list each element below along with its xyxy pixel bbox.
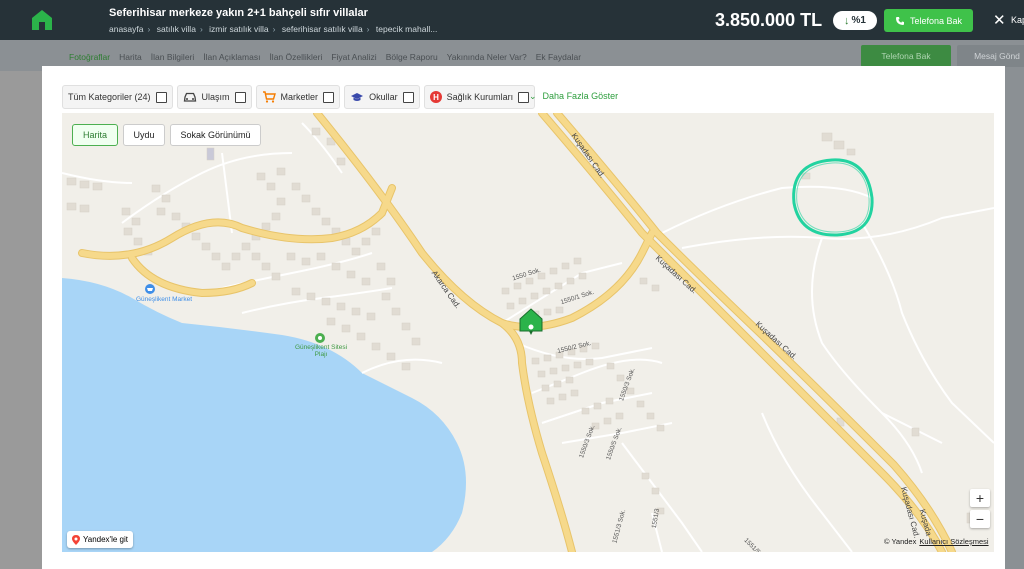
- copyright-text: © Yandex: [884, 537, 917, 546]
- filter-label: Okullar: [369, 92, 398, 102]
- overlay-strip: [1005, 71, 1024, 569]
- phone-icon: [895, 16, 904, 25]
- tab-listing-info[interactable]: İlan Bilgileri: [151, 52, 194, 62]
- filter-all-categories[interactable]: Tüm Kategoriler (24): [62, 85, 173, 109]
- beach-poi-icon[interactable]: [315, 333, 325, 343]
- call-button-label: Telefona Bak: [909, 15, 963, 26]
- close-icon[interactable]: ✕: [993, 11, 1006, 29]
- filter-label: Ulaşım: [201, 92, 230, 102]
- tab-nearby[interactable]: Yakınında Neler Var?: [447, 52, 527, 62]
- checkbox[interactable]: [155, 91, 167, 103]
- map-graphic: [62, 113, 994, 552]
- tab-photos[interactable]: Fotoğraflar: [69, 52, 110, 62]
- breadcrumb-item[interactable]: seferihisar satılık villa: [282, 24, 363, 34]
- poi-label-market[interactable]: Güneşlikent Market: [134, 296, 194, 303]
- tab-message-button[interactable]: Mesaj Gönd: [957, 45, 1024, 67]
- breadcrumb-item[interactable]: izmir satılık villa: [209, 24, 269, 34]
- tab-call-button[interactable]: Telefona Bak: [861, 45, 951, 67]
- hospital-icon: H: [429, 91, 442, 103]
- map-attribution: © Yandex Kullanıcı Sözleşmesi: [884, 537, 989, 546]
- close-label[interactable]: Kap: [1011, 15, 1024, 25]
- graduation-cap-icon: [351, 92, 364, 101]
- tab-description[interactable]: İlan Açıklaması: [203, 52, 260, 62]
- discount-badge: ↓ %1: [833, 11, 877, 30]
- home-logo-icon[interactable]: [31, 9, 53, 31]
- map-pin-icon: [72, 534, 80, 545]
- filter-label: Marketler: [280, 92, 319, 102]
- filter-transport[interactable]: Ulaşım: [176, 85, 252, 109]
- arrow-down-icon: ↓: [844, 14, 850, 27]
- tab-region-report[interactable]: Bölge Raporu: [386, 52, 438, 62]
- svg-text:H: H: [433, 93, 439, 102]
- cart-icon: [262, 91, 276, 103]
- filter-markets[interactable]: Marketler: [255, 85, 341, 109]
- category-filters: Tüm Kategoriler (24) Ulaşım Marketler Ok…: [62, 85, 536, 109]
- call-button[interactable]: Telefona Bak: [884, 9, 973, 32]
- listing-title: Seferihisar merkeze yakın 2+1 bahçeli sı…: [109, 7, 368, 19]
- checkbox[interactable]: [323, 91, 335, 103]
- yandex-directions-label: Yandex'le git: [83, 535, 128, 544]
- checkbox[interactable]: [402, 91, 414, 103]
- tab-extra-benefits[interactable]: Ek Faydalar: [536, 52, 581, 62]
- discount-value: %1: [851, 15, 866, 26]
- section-tabs: Fotoğraflar Harita İlan Bilgileri İlan A…: [69, 52, 581, 62]
- listing-header: Seferihisar merkeze yakın 2+1 bahçeli sı…: [0, 0, 1024, 40]
- checkbox[interactable]: [234, 91, 246, 103]
- zoom-out-button[interactable]: −: [970, 510, 990, 528]
- filter-label: Sağlık Kurumları: [446, 92, 514, 102]
- zoom-in-button[interactable]: +: [970, 489, 990, 507]
- breadcrumb: anasayfa › satılık villa › izmir satılık v…: [109, 24, 438, 34]
- map-canvas[interactable]: Kuşadası Cad. Kuşadası Cad. Kuşadası Cad…: [62, 113, 994, 552]
- car-icon: [183, 92, 196, 102]
- poi-label-beach[interactable]: Güneşlikent Sitesi Plajı: [294, 344, 348, 358]
- breadcrumb-item[interactable]: satılık villa: [157, 24, 196, 34]
- listing-price: 3.850.000 TL: [715, 10, 823, 30]
- map-type-satellite[interactable]: Uydu: [123, 124, 165, 146]
- filter-health[interactable]: H Sağlık Kurumları: [423, 85, 536, 109]
- tab-features[interactable]: İlan Özellikleri: [269, 52, 322, 62]
- map-type-map[interactable]: Harita: [72, 124, 118, 146]
- breadcrumb-item[interactable]: tepecik mahall...: [376, 24, 437, 34]
- checkbox[interactable]: [518, 91, 530, 103]
- map-type-street-view[interactable]: Sokak Görünümü: [170, 124, 261, 146]
- tab-price-analysis[interactable]: Fiyat Analizi: [331, 52, 376, 62]
- market-poi-icon[interactable]: [145, 284, 155, 294]
- yandex-directions-link[interactable]: Yandex'le git: [67, 531, 133, 548]
- filter-schools[interactable]: Okullar: [344, 85, 420, 109]
- breadcrumb-item[interactable]: anasayfa: [109, 24, 144, 34]
- show-more-link[interactable]: ⌄ Daha Fazla Göster: [529, 91, 618, 102]
- filter-label: Tüm Kategoriler (24): [68, 92, 151, 102]
- show-more-label: Daha Fazla Göster: [542, 91, 619, 101]
- chevron-down-icon: ⌄: [529, 91, 537, 101]
- terms-link[interactable]: Kullanıcı Sözleşmesi: [919, 537, 988, 546]
- tab-map[interactable]: Harita: [119, 52, 142, 62]
